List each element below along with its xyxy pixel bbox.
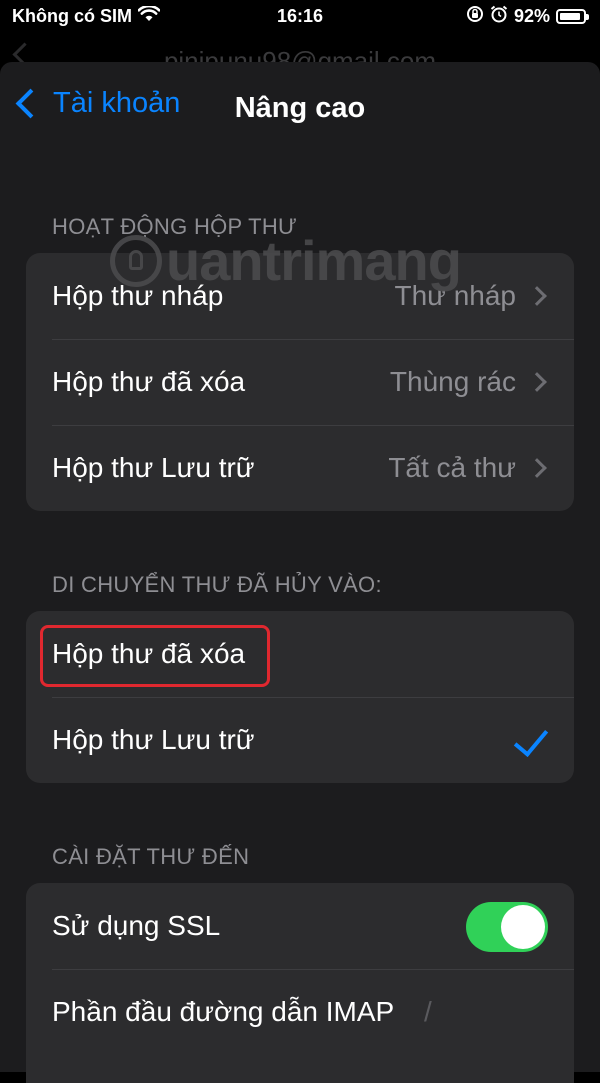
checkmark-icon xyxy=(513,720,549,758)
battery-icon xyxy=(556,9,589,24)
lightbulb-icon xyxy=(110,234,162,287)
section-header-move-discarded: DI CHUYỂN THƯ ĐÃ HỦY VÀO: xyxy=(52,572,382,597)
row-use-ssl: Sử dụng SSL xyxy=(26,883,574,969)
chevron-right-icon xyxy=(527,286,547,306)
highlight-box xyxy=(40,625,270,687)
row-deleted-mailbox[interactable]: Hộp thư đã xóa Thùng rác xyxy=(26,339,574,425)
watermark-text: uantrimang xyxy=(166,229,462,292)
move-discarded-group: Hộp thư đã xóa Hộp thư Lưu trữ xyxy=(26,611,574,783)
watermark-logo: uantrimang xyxy=(110,228,462,293)
battery-percent: 92% xyxy=(513,6,550,26)
row-label: Sử dụng SSL xyxy=(52,910,221,941)
status-bar: Không có SIM 16:16 92% xyxy=(0,0,600,36)
section-header-incoming: CÀI ĐẶT THƯ ĐẾN xyxy=(52,844,250,869)
alarm-icon xyxy=(490,5,508,28)
behind-page-title: pinipunu98@gmail.com xyxy=(163,46,437,62)
row-label: Hộp thư đã xóa xyxy=(52,366,246,397)
toggle-knob xyxy=(501,905,545,949)
ssl-toggle[interactable] xyxy=(466,902,548,952)
row-imap-path-prefix[interactable]: Phần đầu đường dẫn IMAP / xyxy=(26,969,574,1055)
row-value: Tất cả thư xyxy=(388,452,516,483)
row-archive-mailbox[interactable]: Hộp thư Lưu trữ Tất cả thư xyxy=(26,425,574,511)
chevron-right-icon xyxy=(527,458,547,478)
row-label: Hộp thư Lưu trữ xyxy=(52,452,255,483)
row-value: Thùng rác xyxy=(389,366,516,397)
option-deleted-mailbox[interactable]: Hộp thư đã xóa xyxy=(26,611,574,697)
incoming-settings-group: Sử dụng SSL Phần đầu đường dẫn IMAP / xyxy=(26,883,574,1083)
advanced-settings-sheet: Tài khoản Nâng cao HOẠT ĐỘNG HỘP THƯ Hộp… xyxy=(0,62,600,1083)
rotation-lock-icon xyxy=(466,5,484,28)
chevron-right-icon xyxy=(527,372,547,392)
row-label: Phần đầu đường dẫn IMAP xyxy=(52,996,395,1027)
page-title: Nâng cao xyxy=(234,92,366,124)
imap-path-input[interactable]: / xyxy=(424,996,432,1028)
option-label: Hộp thư Lưu trữ xyxy=(52,724,255,755)
option-archive-mailbox[interactable]: Hộp thư Lưu trữ xyxy=(26,697,574,783)
